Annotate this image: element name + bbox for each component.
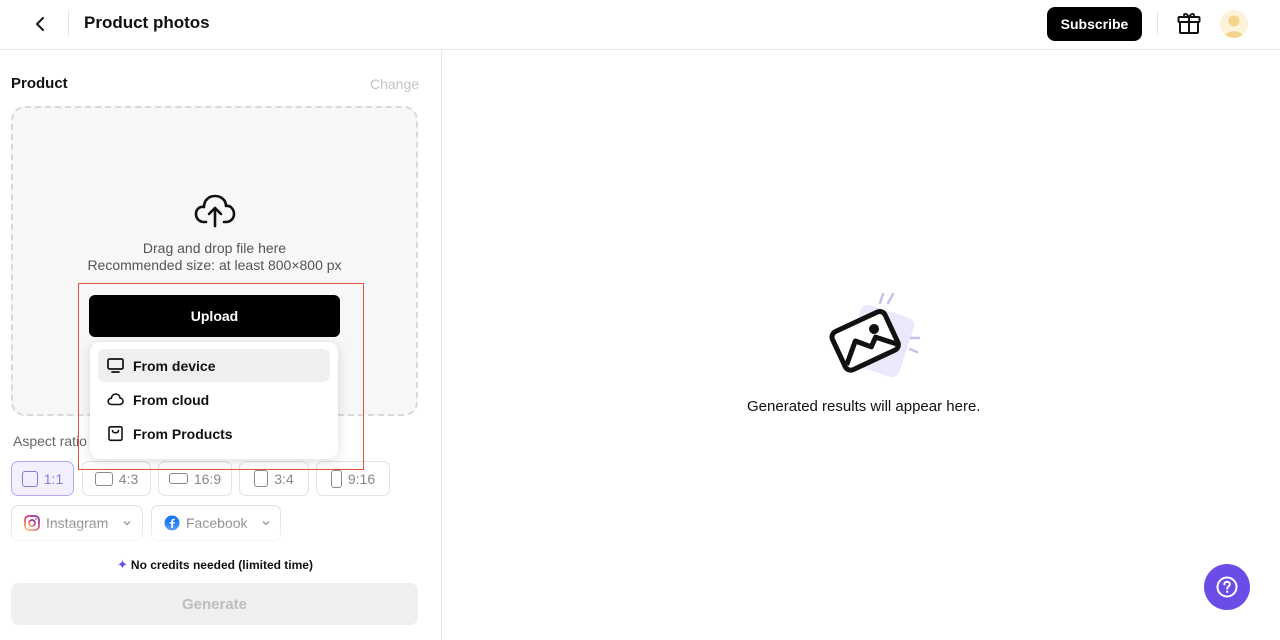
generate-button[interactable]: Generate: [11, 583, 418, 625]
image-placeholder-icon: [829, 292, 921, 378]
dropzone-instruction: Drag and drop file here: [142, 240, 287, 256]
subscribe-button[interactable]: Subscribe: [1047, 7, 1142, 41]
menu-item-label: From cloud: [133, 391, 210, 408]
ratio-3-4[interactable]: 3:4: [239, 461, 309, 496]
product-section-title: Product: [11, 75, 68, 92]
back-button[interactable]: [26, 10, 54, 38]
ratio-label: 4:3: [118, 470, 139, 487]
ratio-4-3[interactable]: 4:3: [82, 461, 151, 496]
ratio-9-16[interactable]: 9:16: [316, 461, 390, 496]
ratio-1-1[interactable]: 1:1: [11, 461, 74, 496]
monitor-icon: [107, 358, 124, 373]
chevron-left-icon: [36, 17, 44, 31]
credits-note: ✦ No credits needed (limited time): [0, 557, 430, 573]
ratio-label: 3:4: [274, 470, 294, 487]
square-ratio-icon: [21, 470, 38, 487]
results-placeholder-text: Generated results will appear here.: [747, 398, 981, 415]
sparkle-icon: ✦: [117, 557, 128, 572]
dropzone-size-hint: Recommended size: at least 800×800 px: [87, 257, 342, 273]
ratio-label: 9:16: [347, 470, 376, 487]
gift-icon: [1177, 13, 1201, 34]
help-button[interactable]: [1204, 564, 1250, 610]
menu-item-label: From device: [133, 357, 216, 374]
tall-ratio-icon: [330, 469, 342, 488]
top-bar: Product photos Subscribe: [0, 0, 1280, 50]
scroll-fade: [0, 521, 441, 551]
question-mark-icon: [1216, 576, 1238, 598]
bag-icon: [108, 425, 123, 442]
avatar[interactable]: [1220, 10, 1248, 38]
aspect-ratio-label: Aspect ratio: [13, 433, 87, 449]
header-divider-right: [1157, 12, 1158, 34]
upload-source-menu: From device From cloud From Products: [90, 342, 338, 459]
landscape-ratio-icon: [94, 471, 113, 486]
credits-text: No credits needed (limited time): [130, 558, 313, 572]
header-divider: [68, 11, 69, 36]
change-link[interactable]: Change: [370, 76, 419, 92]
upload-button[interactable]: Upload: [89, 295, 340, 337]
wide-ratio-icon: [168, 473, 188, 484]
cloud-icon: [107, 393, 124, 406]
menu-item-from-products[interactable]: From Products: [98, 417, 330, 450]
menu-item-from-device[interactable]: From device: [98, 349, 330, 382]
menu-item-label: From Products: [133, 425, 233, 442]
portrait-ratio-icon: [254, 470, 269, 487]
cloud-upload-icon: [194, 194, 236, 228]
user-avatar-icon: [1224, 15, 1244, 38]
page-title: Product photos: [84, 13, 210, 32]
ratio-label: 16:9: [193, 470, 222, 487]
gift-button[interactable]: [1176, 10, 1202, 36]
ratio-label: 1:1: [43, 470, 64, 487]
menu-item-from-cloud[interactable]: From cloud: [98, 383, 330, 416]
ratio-16-9[interactable]: 16:9: [158, 461, 232, 496]
